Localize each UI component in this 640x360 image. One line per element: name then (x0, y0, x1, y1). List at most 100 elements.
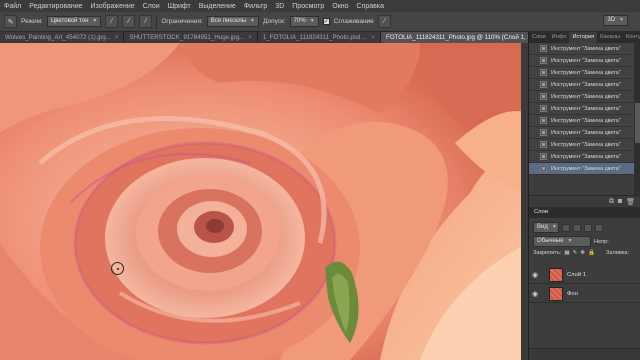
menu-bar: Файл Редактирование Изображение Слои Шрифт Вы… (0, 0, 640, 12)
menu-item[interactable]: Фильтр (240, 3, 272, 10)
history-item-label: Инструмент "Замена цвета" (551, 105, 621, 112)
lock-label: Закрепить: (533, 250, 562, 256)
limits-select[interactable]: Все пикселы ▼ (206, 16, 259, 27)
layers-footer (529, 348, 640, 360)
blend-mode-select[interactable]: Обычные ▼ (533, 236, 591, 247)
image-canvas[interactable] (0, 43, 528, 360)
layer-row[interactable]: ◉ Фон (529, 285, 640, 303)
menu-item[interactable]: Файл (0, 3, 25, 10)
canvas-scrollbar[interactable] (521, 43, 528, 360)
snapshot-icon[interactable]: ◙ (618, 198, 622, 205)
menu-item[interactable]: Просмотр (288, 3, 328, 10)
panel-tab[interactable]: Контуры (623, 32, 640, 43)
panel-tab[interactable]: История (569, 32, 598, 43)
history-item-label: Инструмент "Замена цвета" (551, 129, 621, 136)
trash-icon[interactable]: 🗑 (626, 198, 635, 206)
layer-thumbnail (549, 286, 563, 301)
layers-panel-header: Слои (529, 207, 640, 218)
options-bar: ✎ Режим: Цветовой тон ▼ ⁄ ⁄ ⁄ Ограничения… (0, 12, 640, 32)
layer-filter-row: Вид ▼ (533, 222, 603, 233)
document-tab[interactable]: 1_FOTOLIA_111824311_Photo.psd ... × (257, 32, 381, 43)
tab-label: 1_FOTOLIA_111824311_Photo.psd ... (262, 34, 368, 41)
panel-tab[interactable]: Каналы (597, 32, 623, 43)
tolerance-label: Допуск: (262, 18, 286, 25)
filter-shape-icon[interactable] (595, 223, 603, 232)
menu-item[interactable]: Справка (353, 3, 388, 10)
tab-label: SHUTTERSTOCK_91784951_Huge.jpg... (129, 34, 245, 41)
lock-paint-icon[interactable]: ✎ (573, 250, 578, 256)
history-item[interactable]: Инструмент "Замена цвета" (529, 55, 634, 67)
panel-tab[interactable]: Инфо (549, 32, 570, 43)
menu-item[interactable]: Изображение (87, 3, 139, 10)
brush-tool-icon (540, 105, 547, 112)
fill-label: Заливка: (605, 250, 630, 256)
replace-brush-tool-icon[interactable]: ✎ (4, 15, 17, 28)
blend-row: Обычные ▼ Непр: (533, 236, 609, 247)
close-icon[interactable]: × (248, 34, 252, 41)
document-tab[interactable]: SHUTTERSTOCK_91784951_Huge.jpg... × (124, 32, 258, 43)
document-tabs: Wolves_Painting_Art_454072 (1).jpg... × SH… (0, 32, 565, 43)
brush-tool-icon (540, 69, 547, 76)
close-icon[interactable]: × (371, 34, 375, 41)
divider (156, 14, 158, 29)
tab-label: FOTOLIA_111824311_Photo.jpg @ 110% (Слой… (385, 34, 551, 41)
history-item[interactable]: Инструмент "Замена цвета" (529, 115, 634, 127)
history-item-label: Инструмент "Замена цвета" (551, 93, 621, 100)
panel-tab[interactable]: Слои (529, 32, 549, 43)
history-item[interactable]: Инструмент "Замена цвета" (529, 43, 634, 55)
history-footer: ⧉ ◙ 🗑 (529, 195, 640, 207)
pressure-icon[interactable]: ⁄ (377, 15, 391, 28)
brush-tool-icon (540, 129, 547, 136)
menu-item[interactable]: Слои (139, 3, 164, 10)
menu-item[interactable]: Окно (328, 3, 352, 10)
sampling-continuous-icon[interactable]: ⁄ (105, 15, 119, 28)
tab-label: Wolves_Painting_Art_454072 (1).jpg... (5, 34, 111, 41)
menu-item[interactable]: Выделение (195, 3, 240, 10)
menu-item[interactable]: 3D (271, 3, 288, 10)
new-document-icon[interactable]: ⧉ (609, 198, 614, 206)
eye-icon[interactable]: ◉ (529, 290, 541, 298)
history-item[interactable]: Инструмент "Замена цвета" (529, 139, 634, 151)
menu-item[interactable]: Редактирование (25, 3, 86, 10)
tolerance-input[interactable]: 70% ▼ (289, 16, 319, 27)
workspace-select[interactable]: 3D ▼ (603, 15, 628, 26)
history-item-label: Инструмент "Замена цвета" (551, 57, 621, 64)
lock-row: Закрепить: ▦ ✎ ✥ 🔒 Заливка: (533, 250, 629, 256)
close-icon[interactable]: × (115, 34, 119, 41)
kind-filter-select[interactable]: Вид ▼ (533, 222, 559, 233)
filter-pixel-icon[interactable] (562, 223, 570, 232)
history-item[interactable]: Инструмент "Замена цвета" (529, 127, 634, 139)
eye-icon[interactable]: ◉ (529, 271, 541, 279)
history-item[interactable]: Инструмент "Замена цвета" (529, 91, 634, 103)
history-item-label: Инструмент "Замена цвета" (551, 81, 621, 88)
antialias-checkbox[interactable]: ✓ (322, 18, 330, 25)
sampling-background-icon[interactable]: ⁄ (139, 15, 153, 28)
layer-name: Фон (567, 290, 578, 297)
filter-type-icon[interactable] (584, 223, 592, 232)
lock-all-icon[interactable]: 🔒 (588, 250, 595, 256)
lock-move-icon[interactable]: ✥ (580, 250, 585, 256)
history-item[interactable]: Инструмент "Замена цвета" (529, 151, 634, 163)
antialias-label: Сглаживание (333, 18, 374, 25)
history-item-label: Инструмент "Замена цвета" (551, 69, 621, 76)
history-item-label: Инструмент "Замена цвета" (551, 153, 621, 160)
history-item[interactable]: Инструмент "Замена цвета" (529, 103, 634, 115)
layer-row[interactable]: ◉ Слой 1 (529, 266, 640, 284)
history-item[interactable]: Инструмент "Замена цвета" (529, 67, 634, 79)
history-item-label: Инструмент "Замена цвета" (551, 165, 621, 172)
scroll-thumb[interactable] (635, 103, 640, 143)
history-scrollbar[interactable] (634, 43, 640, 195)
brush-tool-icon (540, 117, 547, 124)
history-item-label: Инструмент "Замена цвета" (551, 117, 621, 124)
brush-tool-icon (540, 141, 547, 148)
limits-label: Ограничения: (161, 18, 203, 25)
sampling-once-icon[interactable]: ⁄ (122, 15, 136, 28)
lock-transparency-icon[interactable]: ▦ (564, 250, 569, 256)
menu-item[interactable]: Шрифт (164, 3, 195, 10)
history-item[interactable]: Инструмент "Замена цвета" (529, 163, 634, 175)
brush-cursor-icon (111, 262, 124, 275)
filter-adjustment-icon[interactable] (573, 223, 581, 232)
document-tab[interactable]: Wolves_Painting_Art_454072 (1).jpg... × (0, 32, 125, 43)
mode-select[interactable]: Цветовой тон ▼ (46, 16, 102, 27)
history-item[interactable]: Инструмент "Замена цвета" (529, 79, 634, 91)
